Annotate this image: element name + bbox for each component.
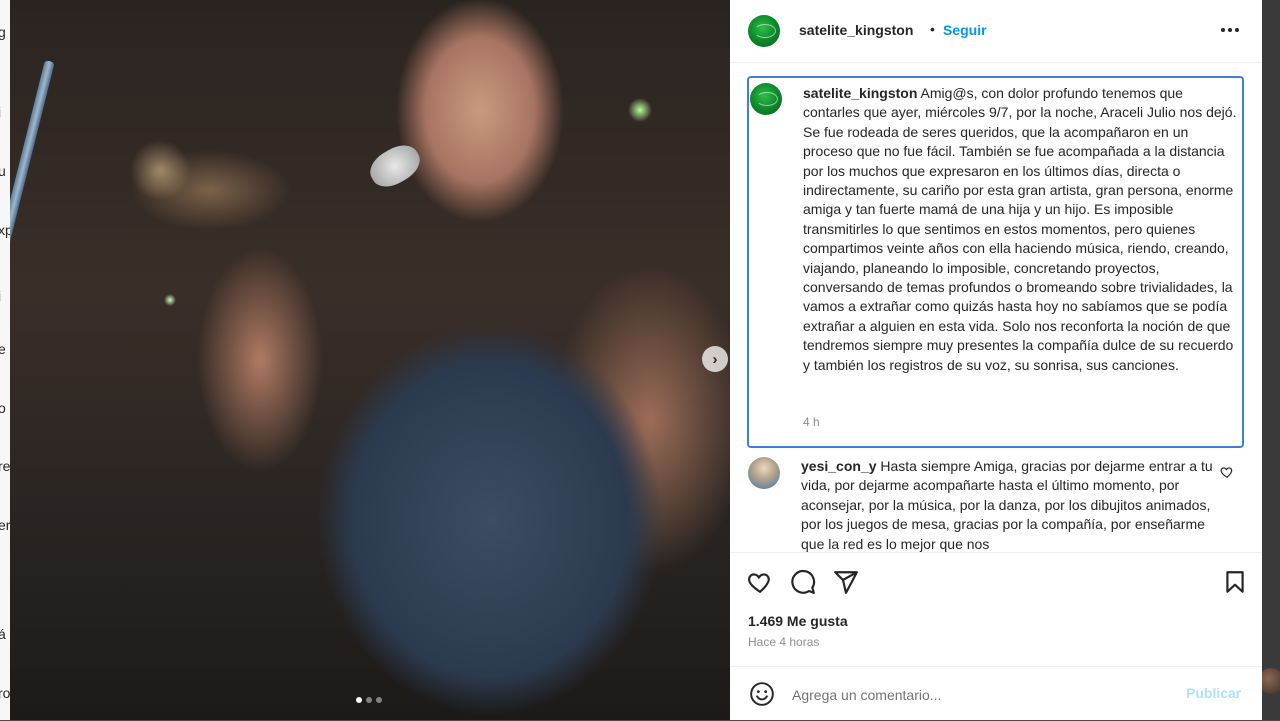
likes-count[interactable]: 1.469 Me gusta [748,613,848,629]
post-sidebar: satelite_kingston • Seguir satelite_king… [730,0,1262,720]
background-feed-text: o [0,400,6,416]
caption: satelite_kingston Amig@s, con dolor prof… [747,76,1244,448]
add-comment-bar: Publicar [730,666,1262,721]
share-icon[interactable] [833,569,859,595]
carousel-dots [356,697,382,703]
avatar[interactable] [748,457,780,489]
caption-timestamp[interactable]: 4 h [803,415,820,429]
comment-text: yesi_con_y Hasta siempre Amiga, gracias … [801,457,1226,552]
emoji-icon[interactable] [749,681,775,707]
more-options-icon[interactable] [1216,20,1244,40]
background-feed-text: re [0,458,11,474]
background-feed-text: u [0,163,6,179]
caption-username[interactable]: satelite_kingston [803,85,917,101]
heart-icon[interactable] [1220,465,1234,479]
carousel-dot [356,697,362,703]
avatar[interactable] [748,15,780,47]
header-username[interactable]: satelite_kingston [799,22,913,38]
microphone [363,138,427,194]
background-feed-text: er [0,517,11,533]
post-timestamp[interactable]: Hace 4 horas [748,635,819,649]
header-separator: • [930,21,935,37]
background-feed-text: i [0,288,1,304]
caption-text: satelite_kingston Amig@s, con dolor prof… [803,84,1237,375]
background-feed-text: á [0,626,6,642]
caption-body: Amig@s, con dolor profundo tenemos que c… [803,85,1237,373]
comment-input[interactable] [790,679,1174,711]
background-feed-text: g [0,24,6,40]
comment-username[interactable]: yesi_con_y [801,458,877,474]
post-photo: › [10,0,730,720]
bookmark-icon[interactable] [1222,569,1248,595]
background-feed-text: e [0,341,6,357]
post-actions: 1.469 Me gusta Hace 4 horas [730,552,1262,667]
follow-button[interactable]: Seguir [943,22,987,38]
post-header: satelite_kingston • Seguir [730,0,1262,63]
background-overlay-right [1262,0,1280,720]
avatar[interactable] [750,83,782,115]
comments-list[interactable]: satelite_kingston Amig@s, con dolor prof… [730,63,1262,552]
comment-icon[interactable] [790,569,816,595]
background-feed-text: ro [0,685,11,701]
publish-button[interactable]: Publicar [1186,685,1241,701]
carousel-dot [376,697,382,703]
heart-icon[interactable] [747,569,773,595]
carousel-next-button[interactable]: › [702,346,728,372]
mic-stand [10,60,55,606]
carousel-dot [366,697,372,703]
background-feed-text: i [0,104,1,120]
